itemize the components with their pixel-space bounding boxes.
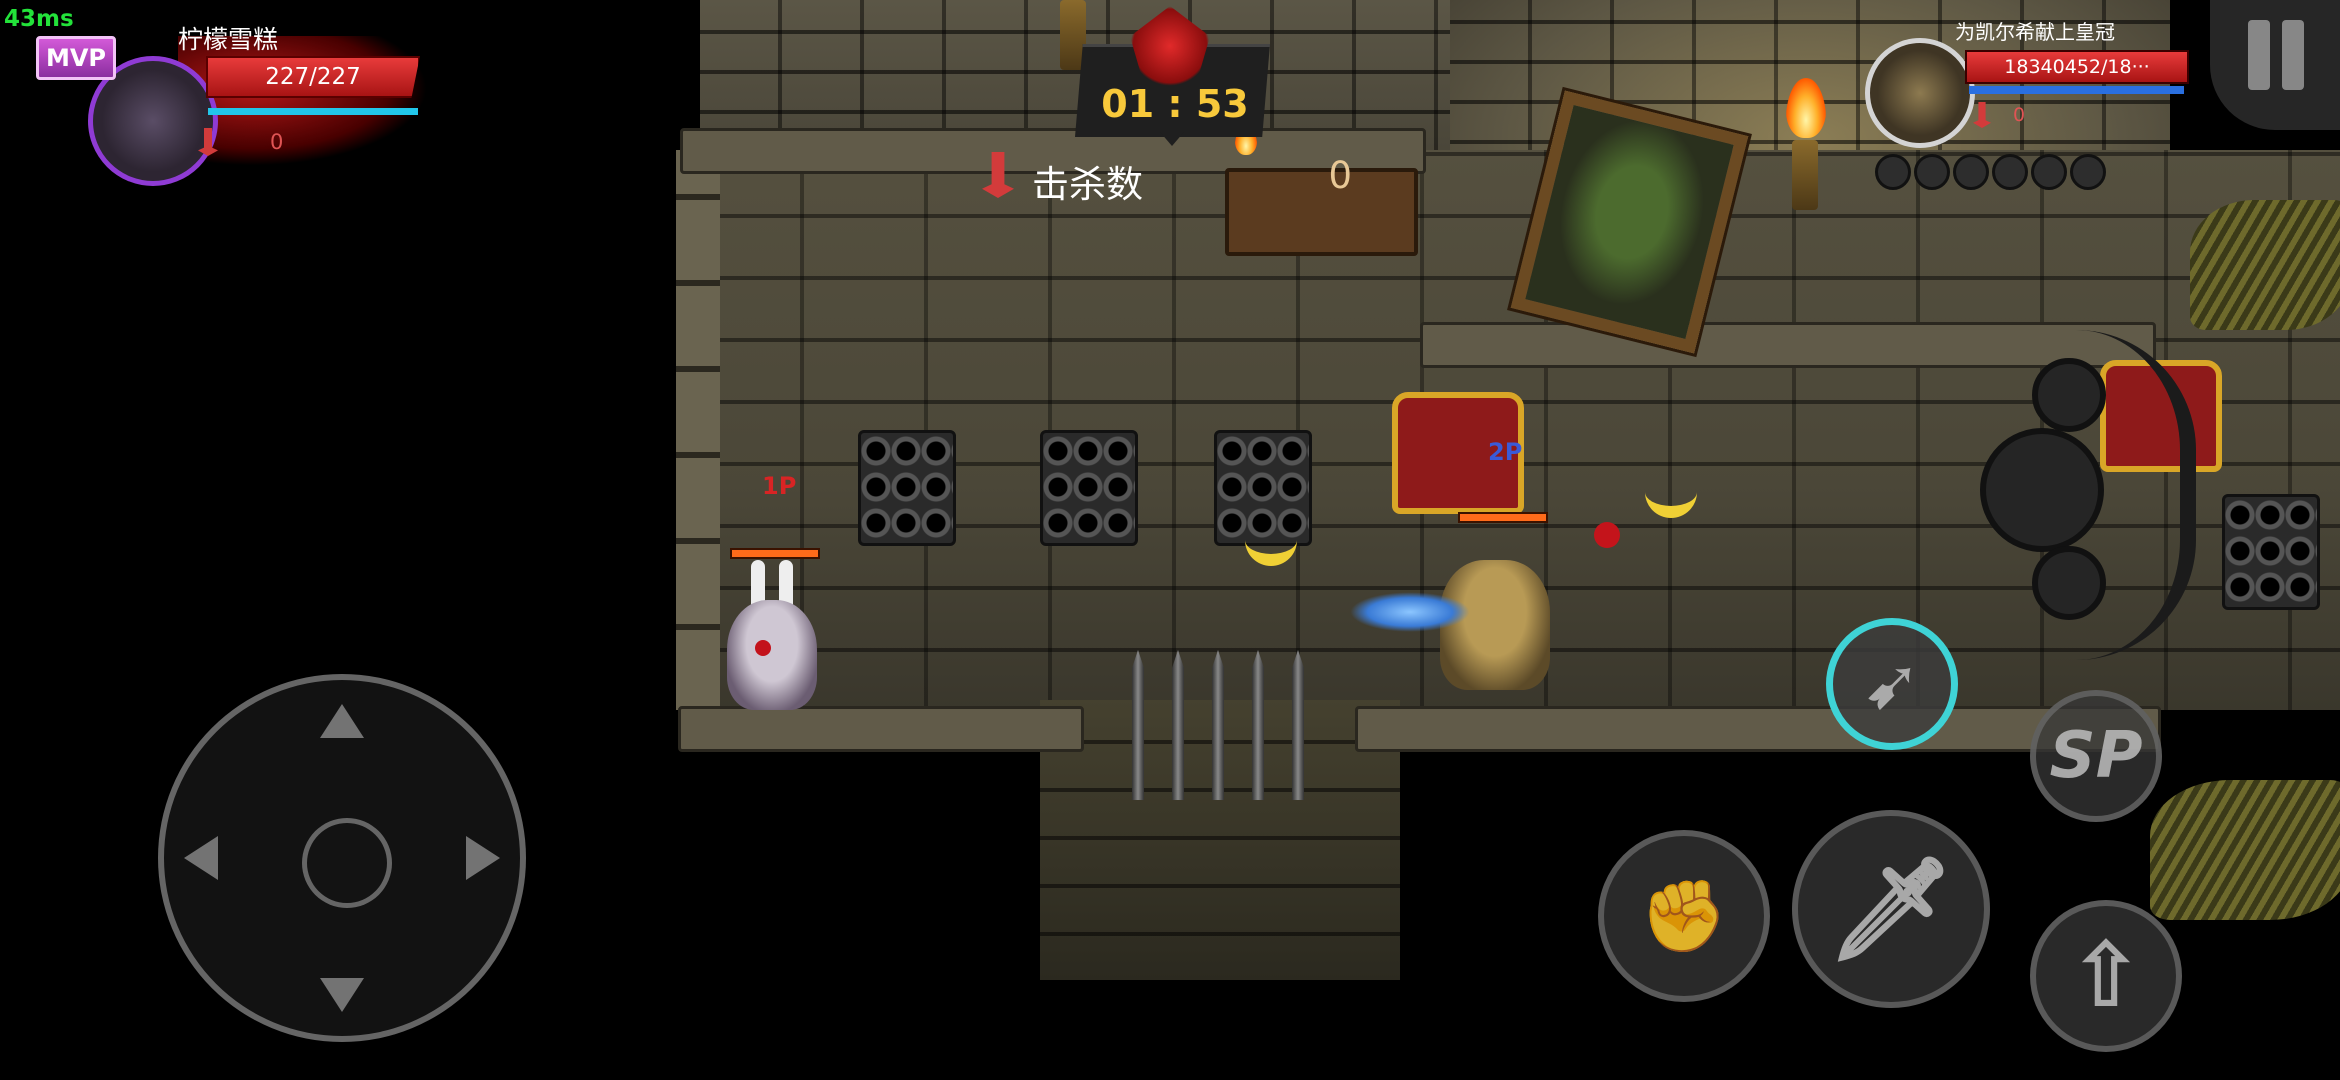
pause-icon [2248, 20, 2270, 90]
spike [1252, 650, 1264, 800]
game-stage: 1P 2P 43ms MVP 柠檬雪糕 227/227 0 01 : 53 击杀… [0, 0, 2340, 1080]
player1-status-panel: MVP 柠檬雪糕 227/227 0 [28, 16, 428, 186]
player1-character [715, 560, 845, 720]
kill-count-label: 击杀数 [1032, 163, 1143, 206]
wall-torch [1792, 140, 1818, 210]
player1-marker: 1P [762, 472, 797, 500]
attack-button[interactable]: 🗡 [1792, 810, 1990, 1008]
weapon-slot-current[interactable] [1980, 428, 2104, 552]
player1-hp-text: 227/227 [265, 64, 361, 90]
weapon-slot[interactable] [2032, 358, 2106, 432]
weapon-slot[interactable] [2032, 546, 2106, 620]
spike [1292, 650, 1304, 800]
match-kill-counter: 击杀数 0 [982, 150, 1362, 206]
rabbit-body [727, 600, 817, 710]
foliage [2150, 780, 2340, 920]
pause-button[interactable] [2210, 0, 2340, 130]
dash-skill-icon: ➹ [1862, 643, 1922, 725]
player2-hp-bar: 18340452/18··· [1965, 50, 2189, 84]
arrow-right-icon [466, 836, 500, 880]
rabbit-eye [755, 640, 771, 656]
player1-kill-count: 0 [270, 130, 284, 154]
kill-count-icon [1973, 102, 1991, 128]
player2-mana-bar [1969, 86, 2184, 94]
kill-count-value: 0 [1328, 154, 1352, 197]
spike [1212, 650, 1224, 800]
player2-status-panel: 为凯尔希献上皇冠 18340452/18··· 0 [1845, 10, 2205, 190]
pause-icon [2282, 20, 2304, 90]
player2-kill-count: 0 [2013, 104, 2026, 126]
movement-joystick[interactable] [158, 674, 526, 1042]
dash-skill-button[interactable]: ➹ [1826, 618, 1958, 750]
spike [1172, 650, 1184, 800]
arrow-down-icon [320, 978, 364, 1012]
sp-skill-button[interactable]: SP [2030, 690, 2162, 822]
foliage [2190, 200, 2340, 330]
blue-slash-effect [1350, 592, 1470, 632]
player2-name: 为凯尔希献上皇冠 [1955, 20, 2115, 44]
left-wall-pillar [676, 150, 720, 710]
empty-item-slot [2031, 154, 2067, 190]
empty-item-slot [2070, 154, 2106, 190]
spike-trap-block [2222, 494, 2320, 610]
jump-button[interactable]: ⇧ [2030, 900, 2182, 1052]
sword-attack-icon: 🗡 [1827, 850, 1955, 967]
empty-item-slot [1992, 154, 2028, 190]
arrow-up-icon [320, 704, 364, 738]
empty-item-slot [1875, 154, 1911, 190]
torch-flame [1786, 78, 1826, 138]
punch-skill-button[interactable]: ✊ [1598, 830, 1770, 1002]
empty-item-slot [1914, 154, 1950, 190]
player1-mana-bar [208, 108, 418, 115]
empty-item-slot [1953, 154, 1989, 190]
jump-icon: ⇧ [2068, 923, 2144, 1028]
player1-overhead-hp [730, 548, 820, 559]
player2-overhead-hp [1458, 512, 1548, 523]
sp-skill-label: SP [2049, 719, 2143, 793]
kill-count-icon [982, 152, 1014, 198]
iron-spike-fence [1110, 640, 1340, 800]
player1-name: 柠檬雪糕 [178, 25, 279, 54]
joystick-knob[interactable] [302, 818, 392, 908]
spike [1132, 650, 1144, 800]
match-timer: 01 : 53 [1101, 82, 1249, 126]
player2-hp-text: 18340452/18··· [2004, 56, 2150, 78]
player2-avatar [1865, 38, 1975, 148]
mvp-badge: MVP [36, 36, 116, 80]
punch-skill-icon: ✊ [1640, 875, 1728, 957]
spike-trap-block [858, 430, 956, 546]
player2-item-slots [1875, 154, 2109, 194]
player2-marker: 2P [1488, 438, 1523, 466]
apple-pickup[interactable] [1594, 522, 1620, 548]
player1-hp-bar: 227/227 [206, 56, 420, 98]
spike-trap-block [1040, 430, 1138, 546]
arrow-left-icon [184, 836, 218, 880]
